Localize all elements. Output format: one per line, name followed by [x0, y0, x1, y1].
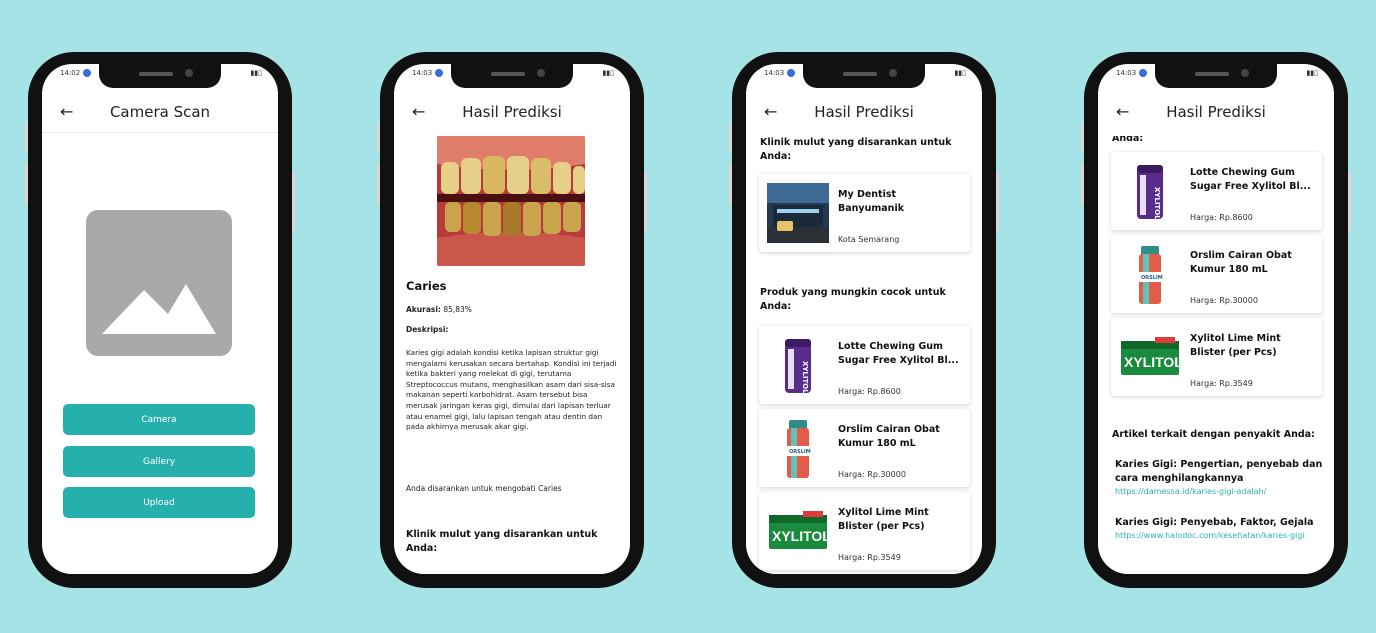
product-image [767, 501, 829, 561]
product-price: Harga: Rp.30000 [1190, 296, 1258, 305]
product-card[interactable]: Lotte Chewing Gum Sugar Free Xylitol Bl.… [759, 326, 970, 404]
article-title: Karies Gigi: Pengertian, penyebab dan ca… [1115, 459, 1323, 484]
side-button [25, 164, 28, 204]
product-name: Xylitol Lime Mint Blister (per Pcs) [1190, 333, 1281, 358]
divider [42, 132, 278, 133]
clinic-photo [767, 183, 829, 243]
status-time: 14:03 [764, 69, 785, 77]
clinic-location: Kota Semarang [838, 235, 900, 244]
product-card[interactable]: Xylitol Lime Mint Blister (per Pcs) Harg… [1111, 318, 1322, 396]
product-image [1119, 161, 1181, 221]
camera-scan-body: Camera Gallery Upload [42, 136, 278, 574]
app-bar: ← Camera Scan [42, 94, 278, 130]
upload-button[interactable]: Upload [63, 487, 255, 518]
screen: 14:03 ▮▮▯ ← Hasil Prediksi Anda: Lotte C… [1098, 64, 1334, 574]
product-image [1119, 327, 1181, 387]
article-link[interactable]: https://www.halodoc.com/kesehatan/karies… [1115, 530, 1326, 541]
product-name: Orslim Cairan Obat Kumur 180 mL [838, 424, 940, 449]
app-bar: ← Hasil Prediksi [746, 94, 982, 130]
product-name: Lotte Chewing Gum Sugar Free Xylitol Bl.… [1190, 167, 1311, 192]
accuracy-row: Akurasi: 85,83% [406, 304, 618, 315]
accuracy-value: 85,83% [443, 305, 472, 314]
product-image [767, 418, 829, 478]
advice-text: Anda disarankan untuk mengobati Caries [406, 484, 562, 493]
articles-section-title: Artikel terkait dengan penyakit Anda: [1112, 429, 1315, 440]
product-section-title: Produk yang mungkin cocok untuk Anda: [760, 287, 946, 312]
battery-icon: ▮▮▯ [954, 69, 966, 77]
product-image [767, 335, 829, 395]
clinic-section-title: Klinik mulut yang disarankan untuk Anda: [406, 529, 598, 554]
description-label: Deskripsi: [406, 325, 449, 334]
back-arrow-icon[interactable]: ← [60, 102, 73, 121]
description-text: Karies gigi adalah kondisi ketika lapisa… [406, 348, 617, 432]
phone-prediction-result: 14:03 ▮▮▯ ← Hasil Prediksi Caries Akuras… [377, 52, 647, 588]
notification-icon [787, 69, 796, 77]
notch [99, 64, 221, 88]
recommendation-body: Klinik mulut yang disarankan untuk Anda:… [746, 136, 982, 574]
camera-button[interactable]: Camera [63, 404, 255, 435]
page-title: Hasil Prediksi [462, 103, 562, 121]
product-name: Xylitol Lime Mint Blister (per Pcs) [838, 507, 929, 532]
phone-articles: 14:03 ▮▮▯ ← Hasil Prediksi Anda: Lotte C… [1081, 52, 1351, 588]
section-title-tail: Anda: [1112, 136, 1144, 144]
article-item[interactable]: Karies Gigi: Penyebab, Faktor, Gejala ht… [1115, 516, 1326, 541]
product-price: Harga: Rp.3549 [1190, 379, 1253, 388]
product-price: Harga: Rp.8600 [1190, 213, 1253, 222]
app-bar: ← Hasil Prediksi [394, 94, 630, 130]
product-price: Harga: Rp.3549 [838, 553, 901, 562]
image-placeholder-icon [86, 210, 232, 356]
notification-icon [435, 69, 444, 77]
article-title: Karies Gigi: Penyebab, Faktor, Gejala [1115, 517, 1314, 528]
app-bar: ← Hasil Prediksi [1098, 94, 1334, 130]
product-card[interactable]: Xylitol Lime Mint Blister (per Pcs) Harg… [759, 492, 970, 570]
gallery-button[interactable]: Gallery [63, 446, 255, 477]
notification-icon [83, 69, 92, 77]
accuracy-label: Akurasi: [406, 305, 441, 314]
product-price: Harga: Rp.30000 [838, 470, 906, 479]
page-title: Hasil Prediksi [1166, 103, 1266, 121]
product-name: Orslim Cairan Obat Kumur 180 mL [1190, 250, 1292, 275]
battery-icon: ▮▮▯ [1306, 69, 1318, 77]
screen: 14:03 ▮▮▯ ← Hasil Prediksi Klinik mulut … [746, 64, 982, 574]
product-card[interactable]: Orslim Cairan Obat Kumur 180 mL Harga: R… [1111, 235, 1322, 313]
product-price: Harga: Rp.8600 [838, 387, 901, 396]
prediction-body: Caries Akurasi: 85,83% Deskripsi: Karies… [394, 136, 630, 574]
battery-icon: ▮▮▯ [602, 69, 614, 77]
article-item[interactable]: Karies Gigi: Pengertian, penyebab dan ca… [1115, 458, 1326, 497]
side-button [25, 122, 28, 152]
back-arrow-icon[interactable]: ← [412, 102, 425, 121]
disease-name: Caries [406, 279, 447, 293]
product-card[interactable]: Orslim Cairan Obat Kumur 180 mL Harga: R… [759, 409, 970, 487]
status-time: 14:02 [60, 69, 81, 77]
back-arrow-icon[interactable]: ← [764, 102, 777, 121]
clinic-section-title: Klinik mulut yang disarankan untuk Anda: [760, 137, 952, 162]
teeth-photo [437, 136, 585, 266]
status-time: 14:03 [412, 69, 433, 77]
page-title: Hasil Prediksi [814, 103, 914, 121]
phone-camera-scan: 14:02 ▮▮▯ ← Camera Scan Camera Gallery U… [25, 52, 295, 588]
battery-icon: ▮▮▯ [250, 69, 262, 77]
status-time: 14:03 [1116, 69, 1137, 77]
product-name: Lotte Chewing Gum Sugar Free Xylitol Bl.… [838, 341, 959, 366]
back-arrow-icon[interactable]: ← [1116, 102, 1129, 121]
clinic-card[interactable]: My Dentist Banyumanik Kota Semarang [759, 174, 970, 252]
article-link[interactable]: https://damessa.id/karies-gigi-adalah/ [1115, 486, 1326, 497]
page-title: Camera Scan [109, 103, 211, 121]
screen: 14:03 ▮▮▯ ← Hasil Prediksi Caries Akuras… [394, 64, 630, 574]
power-button [292, 172, 295, 232]
clinic-name: My Dentist Banyumanik [838, 189, 905, 214]
notification-icon [1139, 69, 1148, 77]
articles-body: Anda: Lotte Chewing Gum Sugar Free Xylit… [1098, 136, 1334, 574]
product-card[interactable]: Lotte Chewing Gum Sugar Free Xylitol Bl.… [1111, 152, 1322, 230]
product-image [1119, 244, 1181, 304]
screen: 14:02 ▮▮▯ ← Camera Scan Camera Gallery U… [42, 64, 278, 574]
phone-recommendations: 14:03 ▮▮▯ ← Hasil Prediksi Klinik mulut … [729, 52, 999, 588]
